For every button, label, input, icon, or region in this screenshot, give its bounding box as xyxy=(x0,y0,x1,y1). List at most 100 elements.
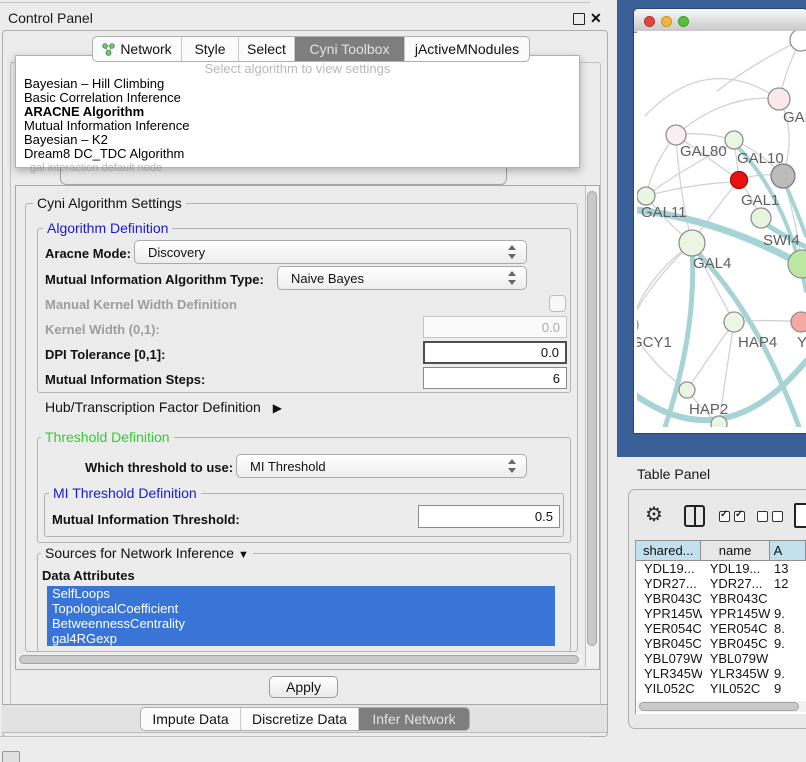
data-attributes-list: SelfLoops TopologicalCoefficient Between… xyxy=(47,586,555,648)
settings-vertical-scrollbar[interactable] xyxy=(585,186,599,667)
settings-horizontal-scrollbar[interactable] xyxy=(17,654,583,665)
dpi-tolerance-field[interactable]: 0.0 xyxy=(423,341,567,364)
mini-panel-icon[interactable] xyxy=(2,751,20,762)
network-node[interactable] xyxy=(666,125,686,145)
table-row[interactable]: YIL052CYIL052C9 xyxy=(636,681,806,696)
node-label: GAL4 xyxy=(693,255,731,272)
mi-threshold-field[interactable]: 0.5 xyxy=(418,505,560,528)
show-column-checked-icon[interactable] xyxy=(734,511,745,522)
node-label: Y xyxy=(797,334,806,351)
kernel-width-field[interactable]: 0.0 xyxy=(423,316,567,338)
attribute-item-selected[interactable]: SelfLoops xyxy=(47,586,555,601)
gear-icon[interactable]: ⚙ xyxy=(645,502,663,527)
dropdown-item[interactable]: Dream8 DC_TDC Algorithm xyxy=(24,147,184,161)
network-node[interactable] xyxy=(679,382,695,398)
mi-type-select[interactable]: Naive Bayes xyxy=(277,266,527,290)
network-edge[interactable] xyxy=(687,322,734,390)
attribute-item-selected[interactable]: gal4RGexp xyxy=(47,631,555,646)
column-header-shared-name[interactable]: shared... xyxy=(636,540,701,561)
network-edge[interactable] xyxy=(717,40,801,91)
aracne-mode-select[interactable]: Discovery xyxy=(134,240,527,264)
table-row[interactable]: YER054CYER054C8. xyxy=(636,621,806,636)
table-row[interactable]: YDL19...YDL19...13 xyxy=(636,561,806,576)
network-node[interactable] xyxy=(788,250,806,278)
minimize-window-icon[interactable] xyxy=(661,16,672,27)
table-cell: YBR043C xyxy=(702,591,770,606)
table-row[interactable]: YBL079WYBL079W xyxy=(636,651,806,666)
tab-style[interactable]: Style xyxy=(182,37,239,61)
network-node[interactable] xyxy=(790,31,806,51)
column-header-partial[interactable]: A xyxy=(770,540,806,561)
close-panel-icon[interactable]: ✕ xyxy=(590,10,602,27)
network-canvas[interactable]: GALGAL80GAL10GAL1GAL11SWI4GAL4GCY1HAP4YH… xyxy=(637,31,806,427)
top-divider xyxy=(0,2,590,3)
sources-title: Sources for Network Inference xyxy=(45,545,234,561)
tab-discretize-data[interactable]: Discretize Data xyxy=(241,708,359,730)
network-node[interactable] xyxy=(725,131,743,149)
scrollbar-thumb[interactable] xyxy=(19,655,579,664)
node-label: GAL1 xyxy=(741,192,779,209)
node-label: GAL80 xyxy=(680,143,727,160)
table-row[interactable]: YDR27...YDR27...12 xyxy=(636,576,806,591)
mi-steps-field[interactable]: 6 xyxy=(423,367,567,389)
network-node[interactable] xyxy=(751,208,771,228)
dropdown-item[interactable]: Mutual Information Inference xyxy=(24,119,189,133)
which-threshold-select[interactable]: MI Threshold xyxy=(236,454,527,478)
table-cell: YBL079W xyxy=(702,651,770,666)
table-row[interactable]: YLR345WYLR345W9. xyxy=(636,666,806,681)
node-table: shared... name A YDL19...YDL19...13YDR27… xyxy=(635,540,806,714)
table-rows: YDL19...YDL19...13YDR27...YDR27...12YBR0… xyxy=(636,561,806,696)
manual-kernel-checkbox[interactable] xyxy=(549,295,566,312)
tab-network[interactable]: Network xyxy=(93,37,182,61)
network-node[interactable] xyxy=(731,172,748,189)
dropdown-item[interactable]: Basic Correlation Inference xyxy=(24,91,181,105)
scrollbar-thumb[interactable] xyxy=(587,191,597,646)
tab-label: Cyni Toolbox xyxy=(310,41,390,57)
network-edge[interactable] xyxy=(637,243,692,325)
float-panel-icon[interactable] xyxy=(573,13,585,25)
network-edge[interactable] xyxy=(646,182,737,196)
tab-impute-data[interactable]: Impute Data xyxy=(141,708,241,730)
sources-group-toggle[interactable]: Sources for Network Inference ▼ xyxy=(41,546,253,563)
document-icon[interactable] xyxy=(794,503,806,528)
network-node[interactable] xyxy=(771,164,795,188)
table-cell: YBR045C xyxy=(636,636,702,651)
dropdown-item[interactable]: Bayesian – Hill Climbing xyxy=(24,77,164,91)
node-label: HAP4 xyxy=(738,334,777,351)
network-node[interactable] xyxy=(768,88,790,110)
scrollbar-thumb[interactable] xyxy=(639,702,799,711)
network-edge[interactable] xyxy=(676,98,779,135)
network-node[interactable] xyxy=(679,230,705,256)
stepper-arrows-icon xyxy=(508,459,516,473)
split-columns-icon[interactable] xyxy=(684,505,705,527)
hide-column-unchecked-icon[interactable] xyxy=(772,511,783,522)
close-window-icon[interactable] xyxy=(644,16,655,27)
apply-button[interactable]: Apply xyxy=(269,676,338,698)
dropdown-item-selected[interactable]: ARACNE Algorithm xyxy=(24,105,144,119)
column-header-name[interactable]: name xyxy=(701,540,769,561)
network-node[interactable] xyxy=(724,312,744,332)
tab-select[interactable]: Select xyxy=(239,37,295,61)
network-window-titlebar[interactable] xyxy=(634,9,806,33)
network-node[interactable] xyxy=(791,312,806,332)
network-node[interactable] xyxy=(637,187,655,205)
tab-cyni-toolbox[interactable]: Cyni Toolbox xyxy=(295,37,405,61)
hide-column-unchecked-icon[interactable] xyxy=(757,511,768,522)
table-cell xyxy=(770,651,806,666)
table-cell: YBL079W xyxy=(636,651,702,666)
table-row[interactable]: YPR145WYPR145W9. xyxy=(636,606,806,621)
hub-definition-toggle[interactable]: Hub/Transcription Factor Definition ▶ xyxy=(45,399,282,415)
dropdown-item[interactable]: Bayesian – K2 xyxy=(24,133,108,147)
network-node[interactable] xyxy=(637,316,638,334)
table-row[interactable]: YBR043CYBR043C xyxy=(636,591,806,606)
zoom-window-icon[interactable] xyxy=(678,16,689,27)
table-cell: YDR27... xyxy=(636,576,702,591)
attribute-item-selected[interactable]: TopologicalCoefficient xyxy=(47,601,555,616)
table-horizontal-scrollbar[interactable] xyxy=(637,701,806,712)
attribute-item-selected[interactable]: BetweennessCentrality xyxy=(47,616,555,631)
tab-jactivemnodules[interactable]: jActiveMNodules xyxy=(405,37,529,61)
show-column-checked-icon[interactable] xyxy=(719,511,730,522)
table-row[interactable]: YBR045CYBR045C9. xyxy=(636,636,806,651)
table-cell: YLR345W xyxy=(636,666,702,681)
tab-infer-network[interactable]: Infer Network xyxy=(359,708,469,730)
